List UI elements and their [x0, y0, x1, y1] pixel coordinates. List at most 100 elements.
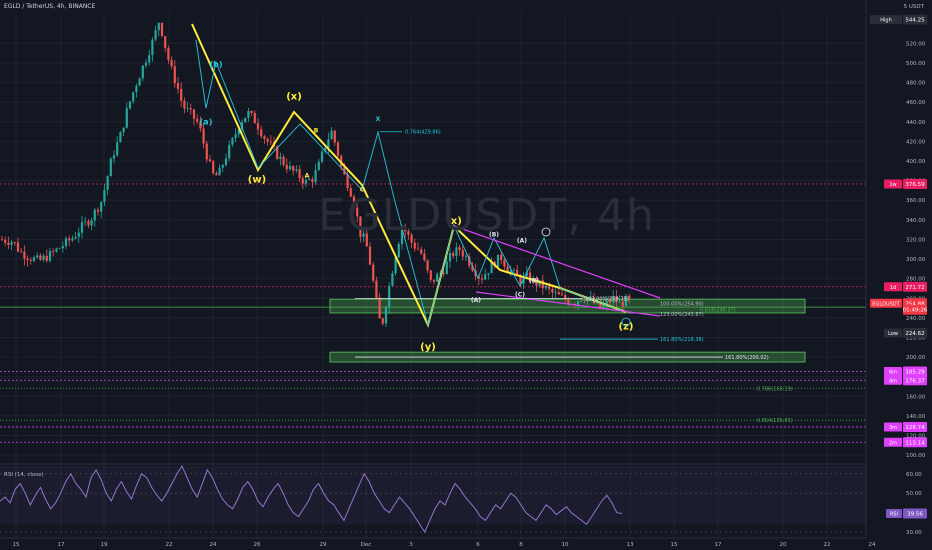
price-badge-label: 1d: [890, 285, 896, 291]
candle-body: [55, 248, 58, 252]
candle-body: [119, 132, 122, 143]
time-tick: 22: [824, 542, 831, 548]
candle-body: [445, 261, 448, 275]
candle-body: [173, 66, 176, 84]
candle-body: [314, 170, 317, 182]
price-badge-text: 176.37: [905, 378, 925, 384]
candle-body: [580, 300, 583, 302]
price-badge-text: 271.72: [905, 285, 924, 291]
candle-body: [464, 256, 468, 258]
time-tick: 20: [780, 542, 787, 548]
candle-body: [90, 220, 93, 226]
candle-body: [551, 289, 554, 293]
candle-body: [64, 238, 68, 247]
candle-body: [426, 260, 429, 271]
candle-body: [202, 128, 205, 144]
time-tick: 29: [320, 542, 327, 548]
price-badge-label: 2m: [889, 440, 897, 446]
candle-body: [4, 239, 7, 243]
price-badge-text: 376.59: [905, 182, 925, 188]
candle-body: [112, 155, 116, 159]
time-tick: 6: [476, 542, 480, 548]
candle-body: [496, 254, 500, 267]
candle-body: [176, 83, 180, 89]
price-tick: 400.00: [906, 159, 926, 165]
candle-body: [74, 236, 77, 239]
candle-body: [311, 179, 314, 182]
candle-body: [247, 110, 250, 118]
candle-body: [487, 273, 490, 275]
chart-canvas[interactable]: 0.764(429.86) 123.00%(259.75) 100.00%(254.…: [0, 0, 932, 550]
candle-body: [500, 254, 503, 260]
rsi-band: [0, 466, 866, 525]
candle-body: [253, 112, 256, 124]
candle-body: [317, 161, 320, 171]
price-tick: 320.00: [906, 237, 926, 243]
price-badge-text: 544.25: [905, 18, 925, 24]
candle-body: [144, 62, 148, 66]
candle-body: [100, 201, 103, 212]
candle-body: [80, 222, 84, 233]
time-tick: 3: [409, 542, 413, 548]
candle-body: [429, 270, 432, 280]
chart-watermark: EGLDUSDT, 4h: [318, 190, 656, 241]
candle-body: [263, 136, 266, 139]
candle-body: [93, 209, 96, 221]
price-tick: 440.00: [906, 120, 926, 126]
candle-body: [10, 242, 13, 245]
candle-body: [269, 141, 272, 143]
candle-body: [458, 247, 461, 251]
candle-body: [285, 164, 288, 170]
wave-label: B: [314, 128, 319, 135]
candle-body: [151, 39, 154, 56]
candle-body: [228, 144, 231, 159]
candle-body: [180, 88, 183, 101]
candle-body: [368, 246, 372, 265]
candle-body: [455, 247, 458, 256]
fib-label: 161.80%(218.38): [660, 337, 704, 343]
time-tick: Dec: [361, 542, 372, 548]
candle-body: [346, 174, 349, 189]
wave-label: (B): [529, 278, 539, 285]
candle-body: [154, 30, 157, 40]
candle-body: [282, 156, 285, 165]
price-tick: 280.00: [906, 277, 926, 283]
wave-label: (x): [286, 91, 302, 102]
candle-body: [372, 264, 375, 281]
price-badge-label: Low: [888, 331, 898, 337]
price-tick: 160.00: [906, 394, 926, 400]
fib-label: 123.00%(243.87): [660, 312, 704, 318]
candle-body: [260, 129, 263, 137]
price-badge-label: High: [880, 18, 892, 24]
fib-label: 161.80%(200.02): [725, 355, 769, 361]
fib-label: 100.00%(254.90): [660, 301, 704, 307]
price-badge-text: 185.29: [905, 370, 925, 376]
candle-body: [205, 143, 208, 160]
price-tick: 300.00: [906, 257, 926, 263]
candle-body: [397, 243, 400, 258]
candle-body: [384, 307, 388, 324]
candle-body: [87, 221, 90, 226]
candle-body: [13, 242, 16, 243]
wave-label: X: [376, 116, 381, 123]
candle-body: [432, 279, 436, 282]
price-badge-label: EGLDUSDT: [872, 301, 900, 307]
candle-body: [116, 142, 119, 156]
time-tick: 8: [519, 542, 523, 548]
candle-body: [266, 138, 269, 142]
price-badge-label: 4m: [889, 378, 897, 384]
candle-body: [484, 274, 487, 280]
candle-body: [26, 258, 29, 261]
candle-body: [234, 134, 237, 139]
price-tick: 140.00: [906, 414, 926, 420]
candle-body: [212, 161, 215, 174]
price-tick: 520.00: [906, 41, 926, 47]
candle-body: [164, 36, 167, 49]
rsi-tick: 60.00: [906, 472, 922, 478]
candle-body: [106, 176, 109, 190]
candle-body: [250, 110, 253, 113]
price-tick: 200.00: [906, 355, 926, 361]
fib-label: 0.618(248.37): [700, 308, 736, 314]
candle-body: [122, 127, 125, 133]
candle-body: [452, 252, 455, 256]
